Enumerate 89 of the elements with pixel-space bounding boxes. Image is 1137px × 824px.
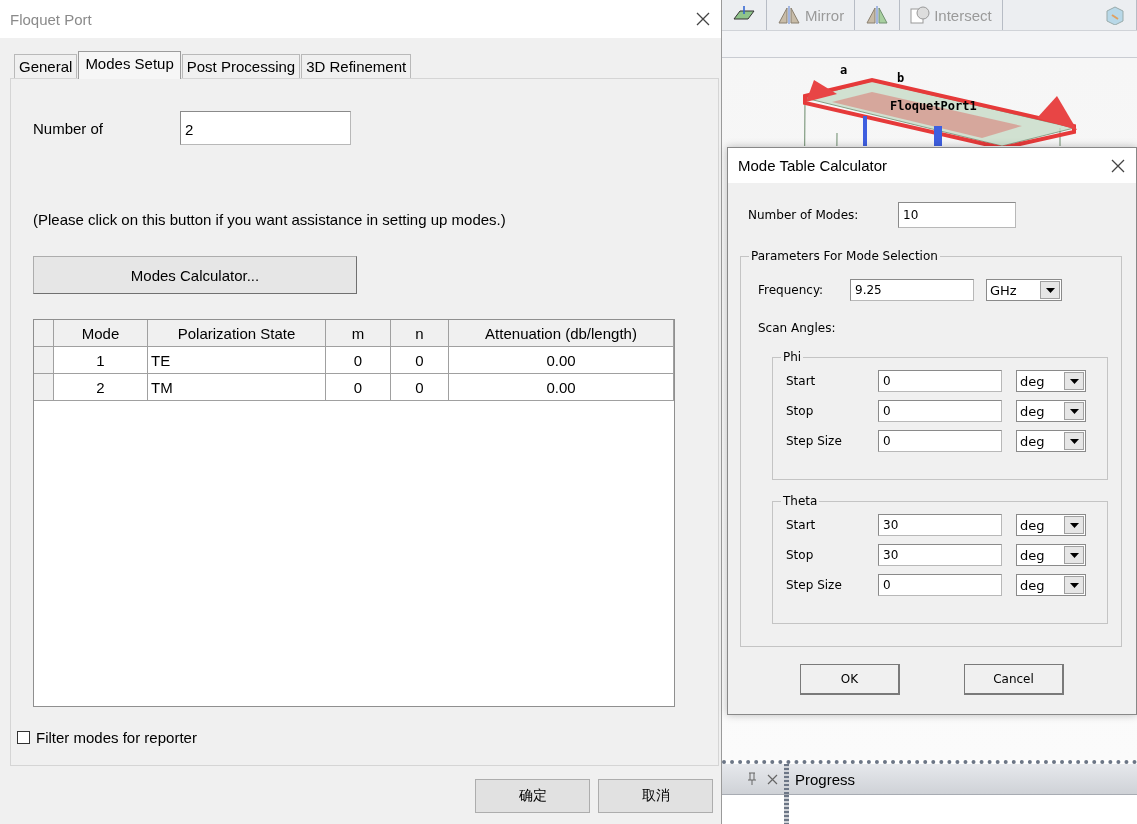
tab[interactable]: General: [14, 54, 78, 78]
dropdown-arrow-icon: [1069, 438, 1079, 444]
text-field[interactable]: 9.25: [850, 279, 974, 301]
table-cell: 0: [326, 374, 391, 401]
group-title: Theta: [781, 494, 820, 508]
viewport-label: FloquetPort1: [890, 99, 977, 113]
unit-dropdown[interactable]: deg: [1016, 544, 1086, 566]
row-header[interactable]: [34, 374, 54, 401]
text-field[interactable]: 0: [878, 370, 1002, 392]
column-header[interactable]: m: [326, 320, 391, 347]
dropdown-value: deg: [1020, 433, 1045, 449]
table-cell: 0: [391, 374, 449, 401]
close-icon: [767, 773, 778, 785]
table-cell: TE: [148, 347, 326, 374]
viewport-label: a: [840, 63, 848, 77]
panel-title[interactable]: Progress: [789, 770, 856, 788]
text-field[interactable]: 0: [878, 430, 1002, 452]
field-label: Stop: [786, 404, 815, 418]
dropdown-arrow-icon: [1069, 378, 1079, 384]
table-cell: 0.00: [449, 374, 674, 401]
row-header[interactable]: [34, 347, 54, 374]
splitter[interactable]: [784, 764, 789, 794]
triangles-icon: [865, 5, 890, 25]
close-icon[interactable]: [1110, 157, 1126, 174]
checkbox-label: Filter modes for reporter: [36, 729, 197, 746]
pin-icon: [747, 772, 757, 786]
unit-dropdown[interactable]: deg: [1016, 430, 1086, 452]
column-header[interactable]: Mode: [54, 320, 148, 347]
section-label: Scan Angles:: [758, 321, 837, 335]
field-label: Start: [786, 518, 817, 532]
unit-dropdown[interactable]: GHz: [986, 279, 1062, 301]
table-cell: TM: [148, 374, 326, 401]
window-title: Mode Table Calculator: [738, 157, 887, 174]
table-cell: 0.00: [449, 347, 674, 374]
text-field[interactable]: 30: [878, 544, 1002, 566]
cube-icon: [1104, 5, 1126, 25]
header-corner[interactable]: [34, 320, 54, 347]
dropdown-value: deg: [1020, 403, 1045, 419]
hint-text: (Please click on this button if you want assistance in setting up modes.): [33, 211, 507, 228]
unit-dropdown[interactable]: deg: [1016, 514, 1086, 536]
dialog-button[interactable]: 取消: [598, 779, 713, 813]
triangles-icon: [777, 5, 801, 25]
tab[interactable]: 3D Refinement: [301, 54, 412, 78]
tab[interactable]: Post Processing: [181, 54, 301, 78]
dropdown-arrow-icon: [1069, 552, 1079, 558]
text-field[interactable]: 10: [898, 202, 1016, 228]
dropdown-value: deg: [1020, 577, 1045, 593]
table-cell: 0: [326, 347, 391, 374]
unit-dropdown[interactable]: deg: [1016, 400, 1086, 422]
calculator-button[interactable]: Modes Calculator...: [33, 256, 357, 294]
field-label: Stop: [786, 548, 815, 562]
group-title: Phi: [781, 350, 804, 364]
dropdown-value: GHz: [990, 282, 1017, 298]
dropdown-arrow-icon: [1045, 287, 1055, 293]
dropdown-arrow-icon: [1069, 408, 1079, 414]
dropdown-arrow-icon: [1069, 582, 1079, 588]
text-field[interactable]: 0: [878, 574, 1002, 596]
number-field[interactable]: 2: [180, 111, 351, 145]
column-header[interactable]: Polarization State: [148, 320, 326, 347]
dropdown-value: deg: [1020, 517, 1045, 533]
unit-dropdown[interactable]: deg: [1016, 574, 1086, 596]
field-label: Number of: [33, 119, 105, 137]
viewport-label: b: [897, 71, 905, 85]
text-field[interactable]: 0: [878, 400, 1002, 422]
group-title: Parameters For Mode Selection: [749, 249, 940, 263]
field-label: Start: [786, 374, 817, 388]
dropdown-arrow-icon: [1069, 522, 1079, 528]
shapes-icon: [910, 5, 931, 25]
dialog-button[interactable]: OK: [800, 664, 900, 695]
field-label: Frequency:: [758, 283, 825, 297]
table-cell: 2: [54, 374, 148, 401]
checkbox[interactable]: [17, 731, 30, 744]
text-field[interactable]: 30: [878, 514, 1002, 536]
dialog-button[interactable]: 确定: [475, 779, 590, 813]
splitter[interactable]: [784, 795, 789, 824]
field-label: Step Size: [786, 434, 843, 448]
field-label: Number of Modes:: [748, 208, 860, 222]
field-label: Step Size: [786, 578, 843, 592]
close-icon[interactable]: [695, 11, 711, 27]
dialog-button[interactable]: Cancel: [964, 664, 1064, 695]
dropdown-value: deg: [1020, 373, 1045, 389]
unit-dropdown[interactable]: deg: [1016, 370, 1086, 392]
table-cell: 0: [391, 347, 449, 374]
column-header[interactable]: Attenuation (db/length): [449, 320, 674, 347]
table-cell: 1: [54, 347, 148, 374]
dropdown-value: deg: [1020, 547, 1045, 563]
tab[interactable]: Modes Setup: [78, 51, 181, 79]
column-header[interactable]: n: [391, 320, 449, 347]
window-title: Floquet Port: [10, 10, 92, 28]
